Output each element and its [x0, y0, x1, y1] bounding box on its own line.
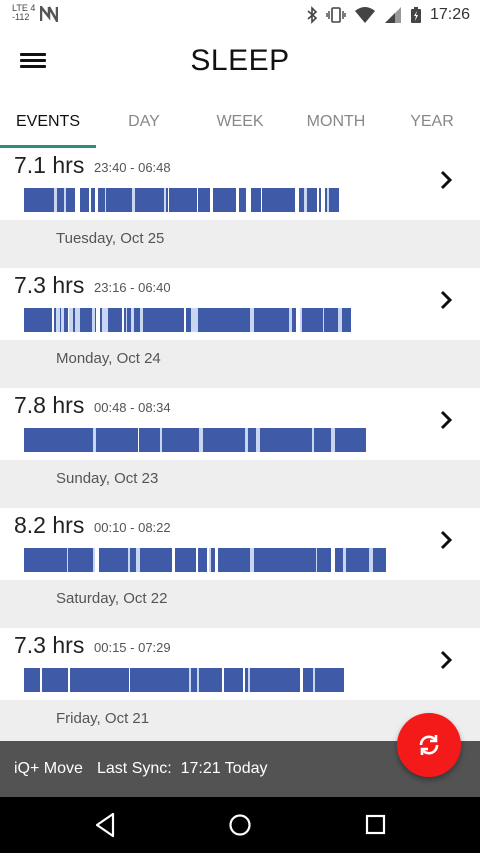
- tab-events[interactable]: EVENTS: [0, 100, 96, 148]
- page-title: SLEEP: [190, 44, 290, 77]
- battery-icon: [410, 7, 421, 23]
- last-sync-label: Last Sync:: [97, 760, 172, 777]
- sync-button[interactable]: [397, 713, 461, 777]
- network-indicator: LTE 4 -112: [12, 4, 35, 22]
- system-nav-bar: [0, 797, 480, 853]
- home-icon[interactable]: [228, 811, 252, 839]
- status-bar: LTE 4 -112 17:26: [0, 0, 480, 30]
- date-header: Monday, Oct 24: [0, 340, 480, 388]
- tab-year[interactable]: YEAR: [384, 100, 480, 148]
- last-sync-time: 17:21 Today: [180, 760, 268, 777]
- chevron-right-icon[interactable]: [436, 648, 456, 672]
- sleep-time-range: 00:15 - 07:29: [94, 640, 171, 655]
- sleep-timeline-bar: [24, 428, 366, 452]
- bluetooth-icon: [307, 6, 318, 24]
- sleep-duration: 7.8 hrs: [14, 392, 85, 418]
- wifi-icon: [354, 7, 375, 23]
- clock: 17:26: [429, 6, 470, 23]
- device-name: iQ+ Move: [14, 760, 83, 777]
- sleep-timeline-bar: [24, 308, 351, 332]
- tab-month[interactable]: MONTH: [288, 100, 384, 148]
- sleep-time-range: 23:40 - 06:48: [94, 160, 171, 175]
- sleep-timeline-bar: [24, 548, 386, 572]
- sleep-duration: 7.3 hrs: [14, 272, 85, 298]
- tab-bar: EVENTS DAY WEEK MONTH YEAR: [0, 100, 480, 148]
- chevron-right-icon[interactable]: [436, 528, 456, 552]
- tab-week[interactable]: WEEK: [192, 100, 288, 148]
- sleep-time-range: 00:10 - 08:22: [94, 520, 171, 535]
- signal-strength: -112: [12, 12, 30, 22]
- chevron-right-icon[interactable]: [436, 168, 456, 192]
- date-header: Sunday, Oct 23: [0, 460, 480, 508]
- app-bar: SLEEP: [0, 30, 480, 94]
- sleep-timeline-bar: [24, 188, 339, 212]
- sleep-event-row[interactable]: 7.3 hrs 00:15 - 07:29: [0, 628, 480, 700]
- back-icon[interactable]: [93, 811, 117, 839]
- chevron-right-icon[interactable]: [436, 408, 456, 432]
- vibrate-icon: [326, 7, 346, 23]
- n-logo-icon: [40, 6, 58, 22]
- sleep-timeline-bar: [24, 668, 344, 692]
- tab-day[interactable]: DAY: [96, 100, 192, 148]
- recents-icon[interactable]: [364, 811, 388, 839]
- sleep-event-row[interactable]: 7.3 hrs 23:16 - 06:40: [0, 268, 480, 340]
- sleep-time-range: 23:16 - 06:40: [94, 280, 171, 295]
- date-header: Saturday, Oct 22: [0, 580, 480, 628]
- chevron-right-icon[interactable]: [436, 288, 456, 312]
- last-sync: Last Sync: 17:21 Today: [97, 741, 267, 797]
- cell-signal-icon: [384, 7, 401, 23]
- sleep-time-range: 00:48 - 08:34: [94, 400, 171, 415]
- sync-icon: [419, 735, 439, 755]
- date-header: Tuesday, Oct 25: [0, 220, 480, 268]
- sleep-duration: 8.2 hrs: [14, 512, 85, 538]
- sleep-event-row[interactable]: 7.8 hrs 00:48 - 08:34: [0, 388, 480, 460]
- sleep-event-row[interactable]: 7.1 hrs 23:40 - 06:48: [0, 148, 480, 220]
- sleep-duration: 7.3 hrs: [14, 632, 85, 658]
- sleep-event-row[interactable]: 8.2 hrs 00:10 - 08:22: [0, 508, 480, 580]
- sleep-event-list[interactable]: 7.1 hrs 23:40 - 06:48 Tuesday, Oct 25 7.…: [0, 148, 480, 741]
- sleep-duration: 7.1 hrs: [14, 152, 85, 178]
